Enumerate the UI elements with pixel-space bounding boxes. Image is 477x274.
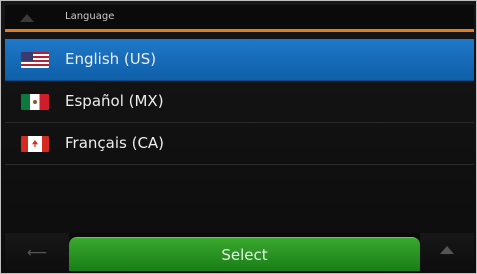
language-item-english-us[interactable]: English (US) [5, 39, 474, 81]
language-label: English (US) [65, 50, 157, 68]
us-flag-icon [21, 52, 49, 68]
select-button[interactable]: Select [69, 237, 420, 271]
language-item-francais-ca[interactable]: Français (CA) [5, 123, 474, 165]
language-list: English (US) Español (MX) Français (CA) [5, 39, 474, 165]
screen-frame: Language English (US) Español (MX) Franç… [0, 0, 477, 274]
scroll-up-button[interactable] [420, 233, 474, 271]
language-label: Español (MX) [65, 92, 164, 110]
triangle-up-icon [440, 246, 454, 254]
back-button[interactable]: ⟵ [5, 233, 69, 271]
bottom-bar: ⟵ Select [5, 233, 474, 271]
mx-flag-icon [21, 94, 49, 110]
header-bar: Language [5, 5, 474, 32]
select-button-label: Select [221, 246, 268, 264]
arrow-left-icon: ⟵ [27, 245, 48, 261]
triangle-up-icon[interactable] [20, 14, 34, 22]
ca-flag-icon [21, 136, 49, 152]
language-item-espanol-mx[interactable]: Español (MX) [5, 81, 474, 123]
language-label: Français (CA) [65, 134, 165, 152]
page-title: Language [65, 11, 115, 22]
